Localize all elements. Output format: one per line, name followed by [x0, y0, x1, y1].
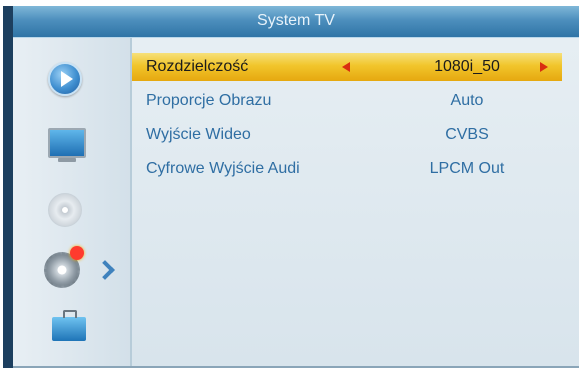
- setting-value: 1080i_50: [434, 58, 500, 75]
- gear-highlight-icon: [70, 246, 84, 260]
- toolbox-icon[interactable]: [52, 310, 86, 341]
- arrow-left-icon[interactable]: [342, 62, 350, 72]
- play-icon[interactable]: [48, 62, 82, 96]
- setting-row-resolution[interactable]: Rozdzielczość 1080i_50: [132, 53, 562, 81]
- title-bar: System TV: [13, 6, 579, 38]
- setting-row-aspect-ratio[interactable]: Proporcje Obrazu Auto: [132, 87, 562, 115]
- window-title: System TV: [257, 12, 335, 29]
- setting-value: Auto: [450, 92, 484, 109]
- setting-row-digital-audio[interactable]: Cyfrowe Wyjście Audi LPCM Out: [132, 155, 562, 183]
- monitor-icon[interactable]: [48, 128, 86, 162]
- setting-value: CVBS: [445, 126, 489, 143]
- setting-row-video-output[interactable]: Wyjście Wideo CVBS: [132, 121, 562, 149]
- arrow-right-icon[interactable]: [540, 62, 548, 72]
- left-bezel: [3, 6, 13, 368]
- disc-icon[interactable]: [48, 193, 82, 227]
- setting-label: Proporcje Obrazu: [146, 92, 272, 109]
- setting-value: LPCM Out: [429, 160, 505, 177]
- setting-label: Cyfrowe Wyjście Audi: [146, 160, 300, 177]
- setting-label: Rozdzielczość: [146, 58, 249, 75]
- setting-label: Wyjście Wideo: [146, 126, 251, 143]
